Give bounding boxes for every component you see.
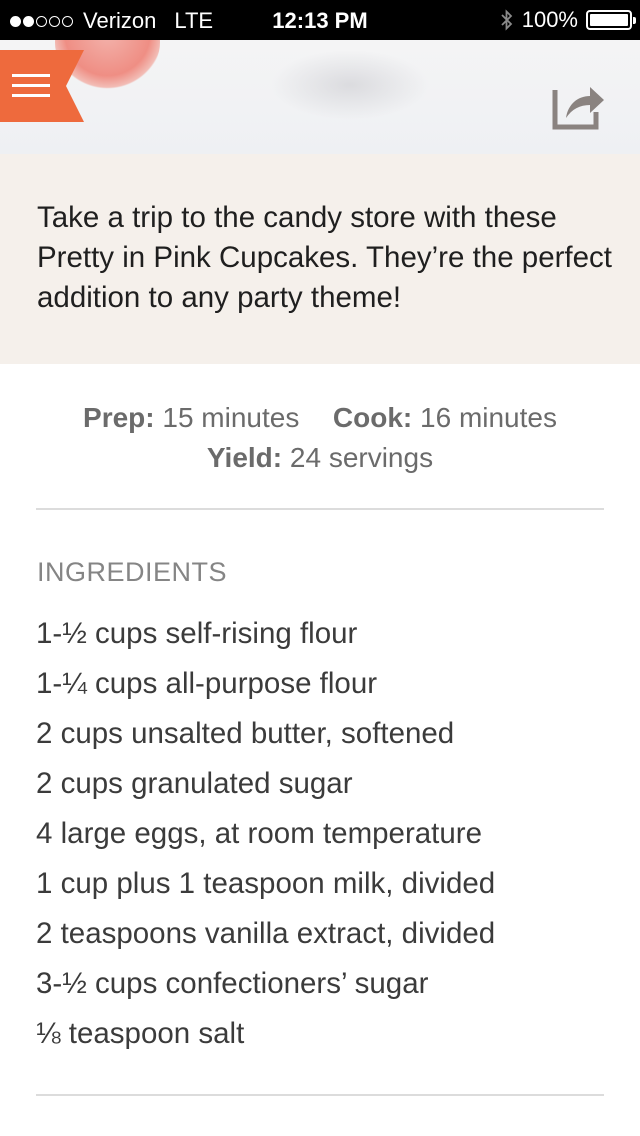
meta-row-yield: Yield: 24 servings <box>0 438 640 478</box>
ingredient-item: 4 large eggs, at room temperature <box>36 817 483 850</box>
battery-percent: 100% <box>521 7 578 32</box>
prep-label: Prep: <box>83 402 155 433</box>
hamburger-menu-icon <box>0 50 84 122</box>
ingredient-item: 1 cup plus 1 teaspoon milk, divided <box>36 867 496 900</box>
ingredient-item: 2 cups unsalted butter, softened <box>36 717 455 750</box>
ingredients-title: INGREDIENTS <box>37 557 228 587</box>
divider <box>36 1094 604 1096</box>
status-bar: Verizon LTE 12:13 PM 100% <box>0 0 640 40</box>
cook-value: 16 minutes <box>420 402 557 433</box>
recipe-description-band: Take a trip to the candy store with thes… <box>0 154 640 364</box>
ingredient-item: 1-¼ cups all-purpose flour <box>36 667 378 700</box>
ingredient-item: 2 teaspoons vanilla extract, divided <box>36 917 496 950</box>
ingredient-item: 3-½ cups confectioners’ sugar <box>36 967 429 1000</box>
spoon-image-blur <box>270 50 430 120</box>
menu-button[interactable] <box>0 50 84 122</box>
prep-value: 15 minutes <box>162 402 300 433</box>
cook-label: Cook: <box>332 402 413 433</box>
ingredient-item: 2 cups granulated sugar <box>36 767 353 800</box>
share-button[interactable] <box>552 78 606 130</box>
yield-label: Yield: <box>206 442 283 473</box>
battery-icon <box>586 10 636 30</box>
yield-value: 24 servings <box>289 442 434 473</box>
battery-level <box>590 14 628 26</box>
bluetooth-icon <box>501 9 512 31</box>
meta-row-times: Prep: 15 minutes Cook: 16 minutes <box>0 398 640 438</box>
recipe-description: Take a trip to the candy store with thes… <box>37 201 612 314</box>
ingredient-item: ⅛ teaspoon salt <box>36 1017 245 1050</box>
ingredients-list: 1-½ cups self-rising flour 1-¼ cups all-… <box>36 609 495 1059</box>
divider <box>36 508 604 510</box>
hero-image <box>0 40 640 154</box>
recipe-meta: Prep: 15 minutes Cook: 16 minutes Yield:… <box>0 398 640 478</box>
ingredient-item: 1-½ cups self-rising flour <box>36 617 358 650</box>
share-icon <box>552 87 604 130</box>
status-right: 100% <box>500 7 636 33</box>
